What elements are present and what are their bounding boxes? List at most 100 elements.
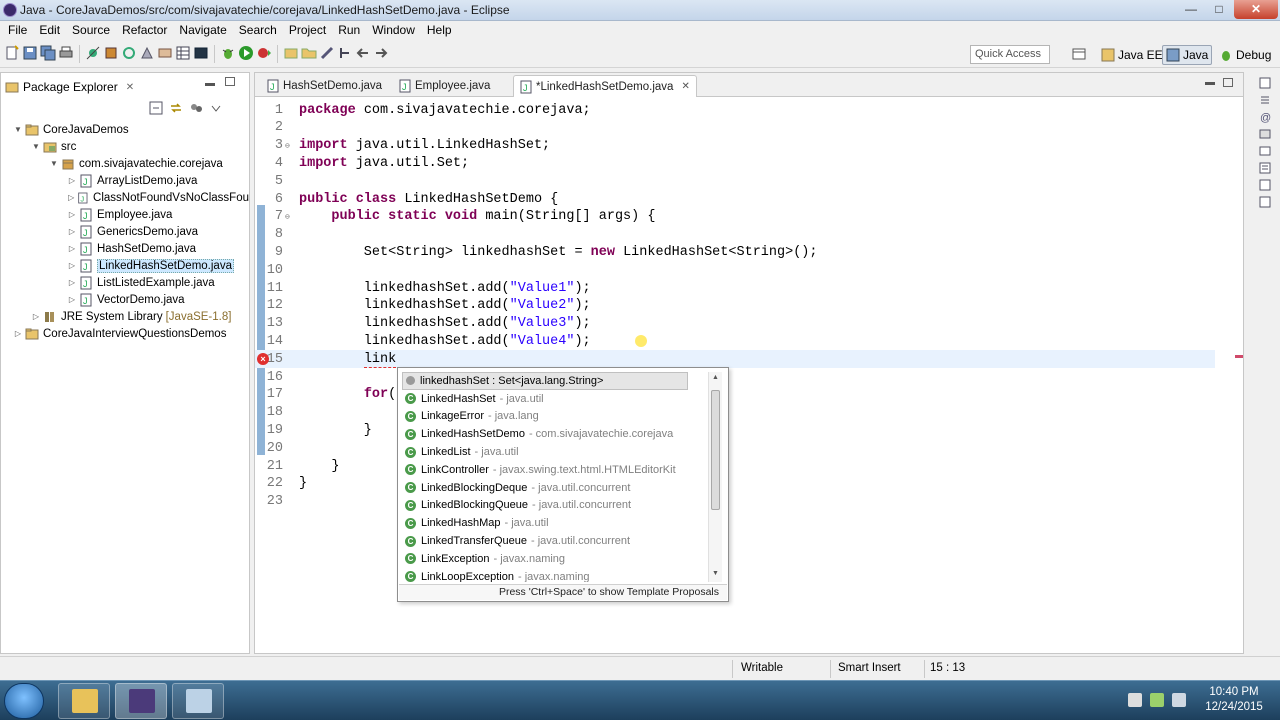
run-icon[interactable] xyxy=(238,45,254,61)
volume-icon[interactable] xyxy=(1172,693,1186,707)
collapse-arrow-icon[interactable]: ▷ xyxy=(67,244,77,253)
menu-source[interactable]: Source xyxy=(66,21,116,40)
next-annotation-icon[interactable] xyxy=(337,45,353,61)
menu-search[interactable]: Search xyxy=(233,21,283,40)
collapse-arrow-icon[interactable]: ▷ xyxy=(67,210,77,219)
tree-node[interactable]: ▼ src xyxy=(1,138,249,155)
network-icon[interactable] xyxy=(1150,693,1164,707)
code-line[interactable]: 14 linkedhashSet.add("Value4"); xyxy=(255,332,1215,350)
refresh-icon[interactable] xyxy=(121,45,137,61)
code-line[interactable]: × 15 link xyxy=(255,350,1215,369)
tree-node[interactable]: ▷ J ArrayListDemo.java xyxy=(1,172,249,189)
collapse-arrow-icon[interactable]: ▷ xyxy=(13,329,23,338)
scroll-up-icon[interactable]: ▲ xyxy=(712,374,719,381)
collapse-arrow-icon[interactable]: ▷ xyxy=(67,278,77,287)
proposal-item[interactable]: C LinkageError - java.lang xyxy=(402,408,708,426)
code-line[interactable]: 7 ⊖ public static void main(String[] args… xyxy=(255,208,1215,226)
tree-node[interactable]: ▷ J LinkedHashSetDemo.java xyxy=(1,257,249,274)
collapse-arrow-icon[interactable]: ▷ xyxy=(67,261,77,270)
code-line[interactable]: 10 xyxy=(255,261,1215,279)
perspective-debug[interactable]: Debug xyxy=(1216,45,1274,65)
taskbar-explorer-button[interactable] xyxy=(58,683,110,719)
proposal-item[interactable]: C LinkedTransferQueue - java.util.concurre… xyxy=(402,532,708,550)
console-view-icon[interactable] xyxy=(1258,144,1272,158)
menu-navigate[interactable]: Navigate xyxy=(173,21,232,40)
menu-refactor[interactable]: Refactor xyxy=(116,21,173,40)
fold-icon[interactable]: ⊖ xyxy=(285,212,295,222)
perspective-java-ee[interactable]: Java EE xyxy=(1098,45,1166,65)
proposal-item[interactable]: C LinkedBlockingQueue - java.util.concurre… xyxy=(402,497,708,515)
tree-node[interactable]: ▷ J GenericsDemo.java xyxy=(1,223,249,240)
proposal-item[interactable]: C LinkLoopException - javax.naming xyxy=(402,568,708,582)
back-icon[interactable] xyxy=(355,45,371,61)
taskbar-eclipse-button[interactable] xyxy=(115,683,167,719)
expand-arrow-icon[interactable]: ▼ xyxy=(31,142,41,151)
expand-arrow-icon[interactable]: ▼ xyxy=(13,125,23,134)
new-server-icon[interactable] xyxy=(103,45,119,61)
forward-icon[interactable] xyxy=(373,45,389,61)
skip-breakpoints-icon[interactable] xyxy=(85,45,101,61)
tab-hashsetdemo[interactable]: J HashSetDemo.java xyxy=(261,75,388,97)
tree-node[interactable]: ▼ com.sivajavatechie.corejava xyxy=(1,155,249,172)
proposal-item[interactable]: linkedhashSet : Set<java.lang.String> xyxy=(402,372,688,390)
proposal-item[interactable]: C LinkedBlockingDeque - java.util.concurre… xyxy=(402,479,708,497)
menu-window[interactable]: Window xyxy=(366,21,421,40)
tree-node[interactable]: ▷ J HashSetDemo.java xyxy=(1,240,249,257)
content-assist-scrollbar[interactable]: ▲ ▼ xyxy=(708,372,722,582)
collapse-arrow-icon[interactable]: ▷ xyxy=(67,176,77,185)
table-icon[interactable] xyxy=(175,45,191,61)
tree-node[interactable]: ▷ CoreJavaInterviewQuestionsDemos xyxy=(1,325,249,342)
new-icon[interactable] xyxy=(4,45,20,61)
code-line[interactable]: 12 linkedhashSet.add("Value2"); xyxy=(255,297,1215,315)
minimize-button[interactable]: — xyxy=(1178,0,1204,19)
code-line[interactable]: 1 package com.sivajavatechie.corejava; xyxy=(255,101,1215,119)
filter-icon[interactable] xyxy=(189,101,203,115)
expand-arrow-icon[interactable]: ▼ xyxy=(49,159,59,168)
console-icon[interactable] xyxy=(193,45,209,61)
overview-ruler-error-marker[interactable] xyxy=(1235,355,1243,358)
package-explorer-tab[interactable]: Package Explorer ✕ xyxy=(5,77,134,97)
tab-employee[interactable]: J Employee.java xyxy=(393,75,496,97)
open-type-icon[interactable] xyxy=(139,45,155,61)
code-line[interactable]: 4 import java.util.Set; xyxy=(255,154,1215,172)
proposal-item[interactable]: C LinkedHashSetDemo - com.sivajavatechie.c… xyxy=(402,425,708,443)
menu-run[interactable]: Run xyxy=(332,21,366,40)
code-line[interactable]: 11 linkedhashSet.add("Value1"); xyxy=(255,279,1215,297)
fold-icon[interactable]: ⊖ xyxy=(285,141,295,151)
tree-node[interactable]: ▷ JRE System Library [JavaSE-1.8] xyxy=(1,308,249,325)
tree-node[interactable]: ▷ J VectorDemo.java xyxy=(1,291,249,308)
tree-node[interactable]: ▼ CoreJavaDemos xyxy=(1,121,249,138)
view-menu-icon[interactable] xyxy=(209,101,223,115)
device-icon[interactable] xyxy=(1128,693,1142,707)
declaration-icon[interactable] xyxy=(1258,127,1272,141)
perspective-java[interactable]: Java xyxy=(1162,45,1213,65)
proposal-item[interactable]: C LinkController - javax.swing.text.html.H… xyxy=(402,461,708,479)
code-line[interactable]: 3 ⊖ import java.util.LinkedHashSet; xyxy=(255,137,1215,155)
outline-icon[interactable] xyxy=(1258,161,1272,175)
close-tab-icon[interactable]: ✕ xyxy=(681,81,689,92)
problems-icon[interactable] xyxy=(1258,195,1272,209)
menu-edit[interactable]: Edit xyxy=(33,21,66,40)
close-view-icon[interactable]: ✕ xyxy=(126,82,134,93)
tree-node[interactable]: ▷ J Employee.java xyxy=(1,206,249,223)
restore-icon[interactable] xyxy=(1258,76,1272,90)
collapse-arrow-icon[interactable]: ▷ xyxy=(31,312,41,321)
task-list-icon[interactable] xyxy=(1258,93,1272,107)
open-folder-icon[interactable] xyxy=(301,45,317,61)
save-icon[interactable] xyxy=(22,45,38,61)
taskbar-clock[interactable]: 10:40 PM 12/24/2015 xyxy=(1196,685,1272,715)
close-window-button[interactable]: ✕ xyxy=(1234,0,1278,19)
maximize-view-icon[interactable] xyxy=(225,77,235,86)
scroll-down-icon[interactable]: ▼ xyxy=(712,570,719,577)
tab-linkedhashsetdemo[interactable]: J *LinkedHashSetDemo.java ✕ xyxy=(513,75,697,97)
menu-help[interactable]: Help xyxy=(421,21,458,40)
tree-node[interactable]: ▷ J ClassNotFoundVsNoClassFou xyxy=(1,189,249,206)
open-perspective-icon[interactable] xyxy=(1072,47,1086,61)
task-icon[interactable] xyxy=(1258,178,1272,192)
external-tools-icon[interactable] xyxy=(256,45,272,61)
collapse-arrow-icon[interactable]: ▷ xyxy=(67,295,77,304)
proposal-item[interactable]: C LinkedHashSet - java.util xyxy=(402,390,708,408)
start-button[interactable] xyxy=(4,683,44,719)
debug-icon[interactable] xyxy=(220,45,236,61)
new-package-icon[interactable] xyxy=(283,45,299,61)
